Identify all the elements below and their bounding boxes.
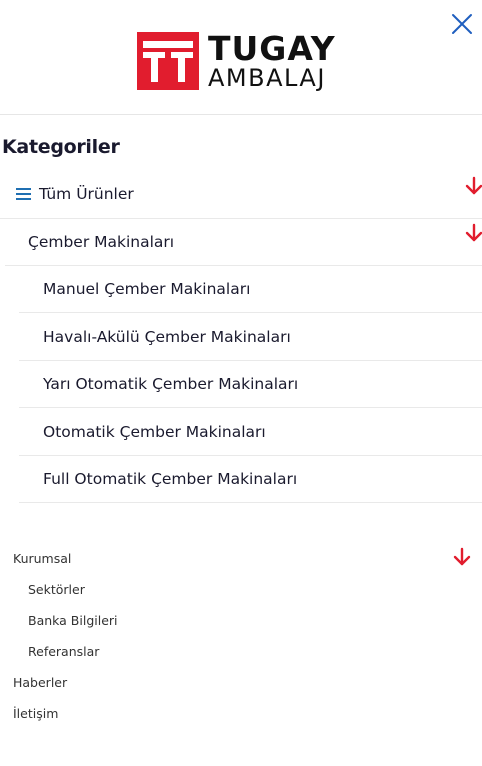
close-button[interactable] — [450, 12, 474, 36]
category-row-all-products[interactable]: Tüm Ürünler — [0, 170, 482, 219]
all-products-label: Tüm Ürünler — [39, 185, 134, 203]
nav-kurumsal[interactable]: Kurumsal — [13, 551, 71, 566]
hamburger-icon — [16, 188, 31, 200]
subcategory-row[interactable]: Havalı-Akülü Çember Makinaları — [19, 313, 482, 361]
category-row-cember-makinalari[interactable]: Çember Makinaları — [5, 219, 482, 266]
subcategory-row[interactable]: Yarı Otomatik Çember Makinaları — [19, 361, 482, 408]
brand-name-top: TUGAY — [208, 28, 336, 68]
subcategory-row[interactable]: Full Otomatik Çember Makinaları — [19, 456, 482, 503]
logo-text: TUGAY AMBALAJ — [208, 28, 336, 92]
logo-mark — [137, 32, 199, 90]
nav-banka-bilgileri[interactable]: Banka Bilgileri — [28, 613, 118, 628]
brand-name-bottom: AMBALAJ — [208, 63, 326, 92]
subcategory-label: Full Otomatik Çember Makinaları — [43, 470, 298, 488]
cember-makinalari-label: Çember Makinaları — [28, 233, 175, 251]
expand-all-products-arrow-icon[interactable] — [464, 176, 482, 196]
expand-cember-arrow-icon[interactable] — [464, 223, 482, 243]
subcategory-label: Otomatik Çember Makinaları — [43, 422, 266, 441]
subcategory-label: Manuel Çember Makinaları — [43, 280, 251, 298]
nav-iletisim[interactable]: İletişim — [13, 706, 58, 721]
categories-heading: Kategoriler — [2, 136, 120, 158]
mobile-menu-drawer: TUGAY AMBALAJ Kategoriler Tüm Ürünler Çe… — [0, 0, 482, 766]
subcategory-row[interactable]: Manuel Çember Makinaları — [19, 266, 482, 313]
subcategory-row[interactable]: Otomatik Çember Makinaları — [19, 408, 482, 456]
brand-logo[interactable]: TUGAY AMBALAJ — [137, 32, 336, 90]
nav-haberler[interactable]: Haberler — [13, 675, 67, 690]
nav-sektorler[interactable]: Sektörler — [28, 582, 85, 597]
nav-referanslar[interactable]: Referanslar — [28, 644, 99, 659]
close-icon — [452, 14, 472, 34]
subcategory-label: Yarı Otomatik Çember Makinaları — [43, 375, 299, 393]
header-divider — [0, 114, 482, 115]
subcategory-label: Havalı-Akülü Çember Makinaları — [43, 327, 291, 346]
expand-kurumsal-arrow-icon[interactable] — [452, 547, 472, 567]
